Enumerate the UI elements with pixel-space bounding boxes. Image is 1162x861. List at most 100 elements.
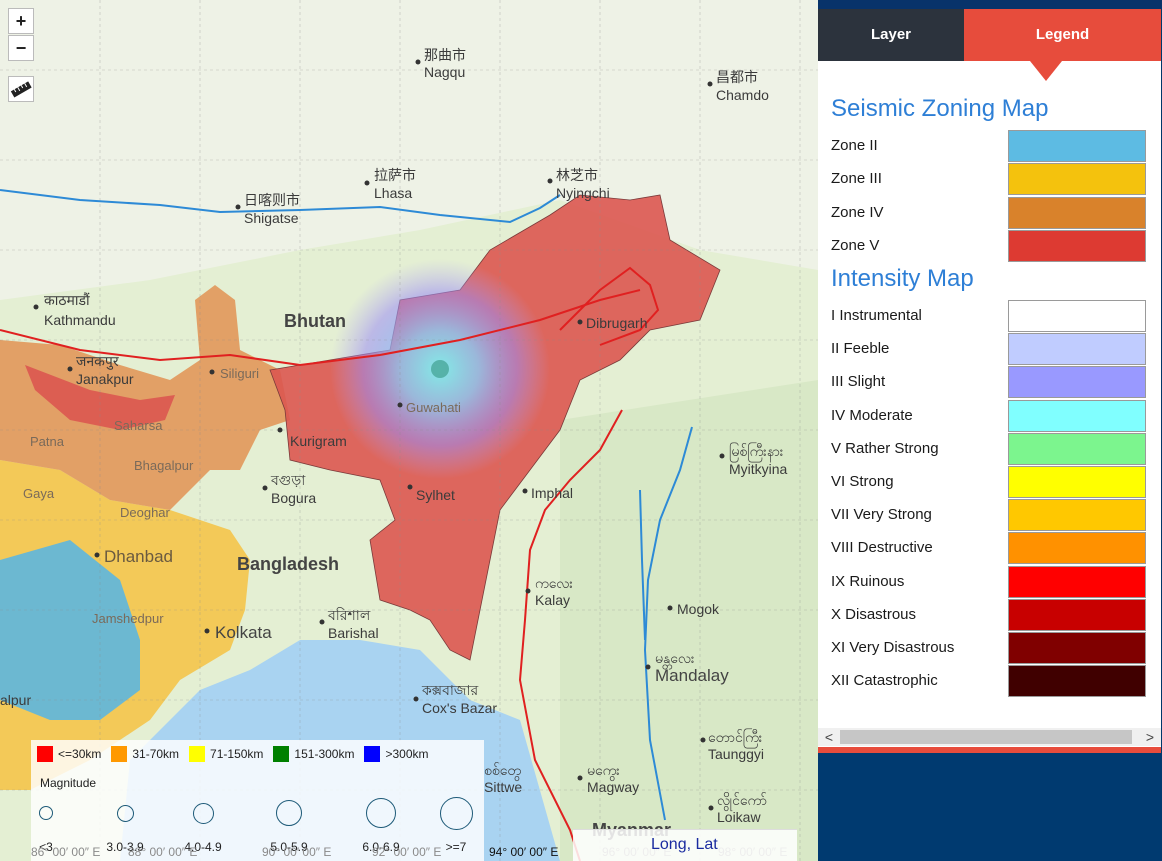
label-bangladesh: Bangladesh: [237, 554, 339, 574]
label-lhasa-native: 拉萨市: [374, 167, 416, 183]
magnitude-circle: [439, 796, 473, 830]
label-mandalay: Mandalay: [655, 666, 729, 685]
label-loikaw: Loikaw: [717, 809, 761, 825]
magnitude-item: >=7: [426, 796, 486, 854]
intensity-name: XI Very Disastrous: [831, 639, 955, 656]
intensity-swatch: [1008, 432, 1146, 465]
label-guwahati: Guwahati: [406, 400, 461, 415]
label-siliguri: Siliguri: [220, 366, 259, 381]
label-coxsbazar: Cox's Bazar: [422, 700, 497, 716]
label-kathmandu: Kathmandu: [44, 312, 116, 328]
label-kalay: Kalay: [535, 592, 570, 608]
seismic-zoning-title: Seismic Zoning Map: [831, 95, 1049, 122]
long-lat-label: Long, Lat: [651, 836, 718, 853]
zone-name: Zone II: [831, 137, 878, 154]
label-bhagalpur: Bhagalpur: [134, 458, 194, 473]
measure-ruler-button[interactable]: [8, 76, 34, 102]
intensity-swatch: [1008, 333, 1146, 366]
intensity-name: VI Strong: [831, 473, 894, 490]
zone-name: Zone IV: [831, 203, 884, 221]
depth-swatch: [273, 746, 290, 762]
label-coxsbazar-native: কক্সবাজার: [421, 682, 479, 698]
zone-row: Zone III: [831, 163, 1149, 196]
tab-legend[interactable]: Legend: [964, 9, 1161, 61]
coordinate-label: 90° 00′ 00″ E: [262, 845, 332, 859]
panel-top-bar: [818, 0, 1162, 9]
intensity-row: I Instrumental: [831, 300, 1149, 332]
label-dhanbad: Dhanbad: [104, 547, 173, 566]
label-bogura: Bogura: [271, 490, 316, 506]
label-balpur: alpur: [0, 692, 31, 708]
magnitude-item: 4.0-4.9: [173, 796, 233, 854]
label-sittwe: Sittwe: [484, 779, 522, 795]
label-shigatse-native: 日喀则市: [244, 192, 300, 208]
label-chamdo-native: 昌都市: [716, 69, 758, 85]
label-jamshedpur: Jamshedpur: [92, 611, 164, 626]
depth-legend-item: 151-300km: [273, 746, 354, 762]
intensity-name: IX Ruinous: [831, 572, 905, 590]
depth-legend-item: 71-150km: [189, 746, 263, 762]
intensity-name: IV Moderate: [831, 406, 913, 424]
coordinate-label: 94° 00′ 00″ E: [489, 845, 559, 859]
map-view[interactable]: 那曲市 Nagqu 昌都市 Chamdo 拉萨市 Lhasa 林芝市 Nying…: [0, 0, 818, 861]
intensity-swatch: [1008, 499, 1146, 532]
depth-label: 151-300km: [294, 747, 355, 761]
label-bhutan: Bhutan: [284, 311, 346, 331]
label-nagqu: Nagqu: [424, 64, 465, 80]
side-panel: Layer Legend Seismic Zoning Map Zone II Z…: [818, 0, 1162, 861]
magnitude-circle: [366, 798, 396, 828]
intensity-name: VIII Destructive: [831, 539, 933, 557]
magnitude-circle: [116, 804, 134, 822]
zone-name: Zone V: [831, 236, 880, 254]
label-kathmandu-native: काठमाडौं: [44, 292, 90, 308]
magnitude-item: 3.0-3.9: [95, 796, 155, 854]
intensity-swatch: [1008, 632, 1146, 664]
intensity-map-title: Intensity Map: [831, 265, 974, 292]
label-imphal: Imphal: [531, 485, 573, 501]
coordinate-label: 86° 00′ 00″ E: [31, 845, 101, 859]
label-bogura-native: বগুড়া: [270, 472, 306, 488]
legend-pane[interactable]: Seismic Zoning Map Zone II Zone III Zone I…: [818, 61, 1161, 747]
intensity-row: VI Strong: [831, 466, 1149, 498]
intensity-row: X Disastrous: [831, 598, 1149, 631]
label-lhasa: Lhasa: [374, 185, 412, 201]
zoom-in-button[interactable]: +: [8, 8, 34, 34]
intensity-swatch: [1008, 366, 1146, 399]
magnitude-circle: [192, 802, 214, 824]
label-janakpur-native: जनकपुर: [76, 353, 119, 370]
label-kurigram: Kurigram: [290, 433, 347, 449]
zone-row: Zone V: [831, 229, 1149, 262]
intensity-row: VIII Destructive: [831, 532, 1149, 565]
depth-swatch: [364, 746, 381, 762]
intensity-name: III Slight: [831, 373, 886, 391]
zoom-out-button[interactable]: −: [8, 35, 34, 61]
scrollbar-thumb[interactable]: [840, 730, 1132, 744]
intensity-row: V Rather Strong: [831, 432, 1149, 465]
zone-row: Zone II: [831, 130, 1149, 162]
active-tab-pointer: [1030, 61, 1062, 81]
label-shigatse: Shigatse: [244, 210, 299, 226]
intensity-swatch: [1008, 532, 1146, 565]
map-canvas[interactable]: 那曲市 Nagqu 昌都市 Chamdo 拉萨市 Lhasa 林芝市 Nying…: [0, 0, 818, 861]
label-dibrugarh: Dibrugarh: [586, 315, 647, 331]
depth-label: 31-70km: [132, 747, 180, 761]
coordinate-label: 88° 00′ 00″ E: [128, 845, 198, 859]
intensity-row: II Feeble: [831, 333, 1149, 366]
scroll-left-arrow[interactable]: <: [820, 728, 838, 746]
intensity-name: XII Catastrophic: [831, 672, 938, 690]
depth-legend: <=30km 31-70km 71-150km 151-300km >300km: [37, 746, 429, 762]
label-mogok: Mogok: [677, 601, 720, 617]
scroll-right-arrow[interactable]: >: [1141, 728, 1159, 746]
intensity-swatch: [1008, 466, 1146, 498]
label-gaya: Gaya: [23, 486, 55, 501]
magnitude-circle: [276, 800, 302, 826]
label-deoghar: Deoghar: [120, 505, 171, 520]
horizontal-scrollbar[interactable]: < >: [818, 728, 1161, 746]
zone-swatch: [1008, 196, 1146, 229]
tab-layer[interactable]: Layer: [818, 9, 964, 61]
depth-legend-item: >300km: [364, 746, 429, 762]
intensity-row: XII Catastrophic: [831, 665, 1149, 698]
coordinate-label: 92° 00′ 00″ E: [372, 845, 442, 859]
label-kalay-native: ကလေး: [535, 575, 573, 591]
intensity-swatch: [1008, 399, 1146, 432]
